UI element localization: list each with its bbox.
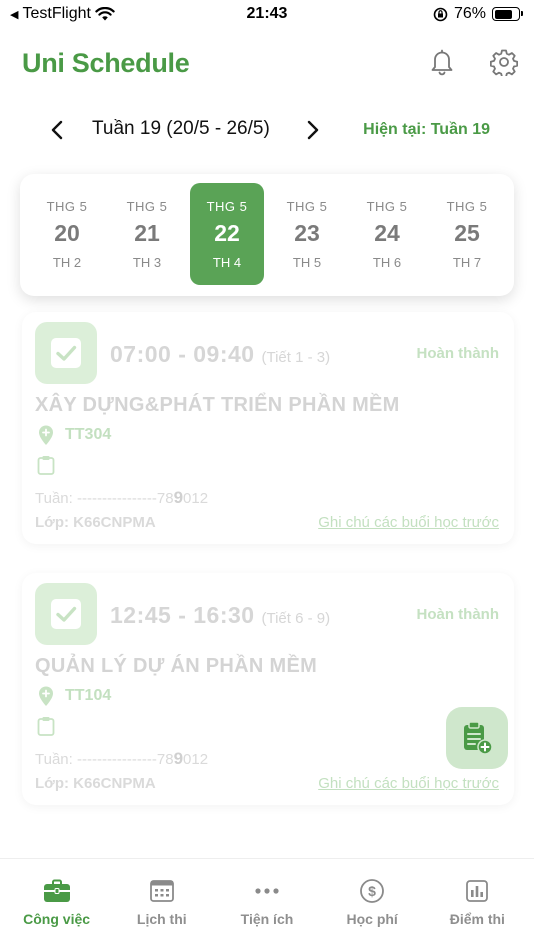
nav-label: Điểm thi (449, 911, 505, 927)
chevron-left-icon (51, 120, 63, 140)
battery-level (494, 9, 512, 19)
nav-label: Công việc (23, 911, 91, 927)
day-month: THG 5 (286, 198, 328, 214)
dollar-icon: $ (360, 879, 385, 903)
day-date: 22 (214, 219, 240, 246)
class-code: Lớp: K66CNPMA (35, 775, 156, 792)
day-item[interactable]: THG 5 22 TH 4 (190, 183, 264, 285)
day-date: 21 (134, 219, 160, 246)
day-date: 25 (454, 219, 480, 246)
orientation-lock-icon (433, 7, 448, 21)
calendar-icon (149, 880, 174, 902)
day-month: THG 5 (366, 198, 408, 214)
day-date: 23 (294, 219, 320, 246)
class-time-range: 12:45 - 16:30 (110, 602, 255, 628)
day-date: 24 (374, 219, 400, 246)
battery-icon (492, 7, 523, 21)
day-month: THG 5 (206, 198, 248, 214)
battery-percent: 76% (453, 5, 486, 22)
class-time-range: 07:00 - 09:40 (110, 341, 255, 367)
nav-label: Tiện ích (240, 911, 294, 927)
previous-notes-link[interactable]: Ghi chú các buổi học trước (318, 775, 499, 792)
location-pin-icon (39, 425, 53, 445)
notifications-button[interactable] (426, 46, 458, 78)
status-badge: Hoàn thành (416, 606, 500, 623)
chevron-right-icon (307, 120, 319, 140)
day-item[interactable]: THG 5 23 TH 5 (270, 183, 344, 285)
clipboard-icon (37, 717, 55, 736)
checkbox-checked-icon (51, 599, 81, 629)
gear-icon (490, 49, 518, 76)
nav-item-grades[interactable]: Điểm thi (427, 859, 527, 950)
location-pin-icon (39, 686, 53, 706)
class-time: 12:45 - 16:30 (Tiết 6 - 9) (110, 602, 330, 629)
status-bar: ◀ TestFlight 21:43 76% (0, 0, 534, 28)
class-room: TT104 (65, 687, 112, 704)
day-weekday: TH 7 (452, 254, 482, 270)
bottom-navigation: Công việc Lịch thi Tiện ích $ Học phí Đi… (0, 858, 534, 950)
nav-label: Lịch thi (136, 911, 187, 927)
day-month: THG 5 (46, 198, 88, 214)
day-item[interactable]: THG 5 21 TH 3 (110, 183, 184, 285)
day-weekday: TH 5 (292, 254, 322, 270)
day-item[interactable]: THG 5 25 TH 7 (430, 183, 504, 285)
day-date: 20 (54, 219, 80, 246)
checkbox-checked-icon (51, 338, 81, 368)
clipboard-add-icon (464, 721, 493, 755)
more-icon (255, 888, 279, 894)
nav-item-utilities[interactable]: Tiện ích (217, 859, 317, 950)
class-code: Lớp: K66CNPMA (35, 514, 156, 531)
day-weekday: TH 6 (372, 254, 402, 270)
nav-item-exam-schedule[interactable]: Lịch thi (112, 859, 212, 950)
day-month: THG 5 (446, 198, 488, 214)
day-weekday: TH 4 (212, 254, 242, 270)
week-navigator: Tuần 19 (20/5 - 26/5) Hiện tại: Tuần 19 (40, 112, 494, 148)
day-item[interactable]: THG 5 24 TH 6 (350, 183, 424, 285)
class-room: TT304 (65, 426, 112, 443)
class-subject: XÂY DỰNG&PHÁT TRIỂN PHẦN MỀM (35, 394, 400, 416)
app-header: Uni Schedule (22, 44, 520, 84)
day-weekday: TH 2 (52, 254, 82, 270)
class-period: (Tiết 1 - 3) (261, 349, 331, 366)
day-weekday: TH 3 (132, 254, 162, 270)
nav-label: Học phí (346, 911, 398, 927)
status-badge: Hoàn thành (416, 345, 500, 362)
day-selector: THG 5 20 TH 2 THG 5 21 TH 3 THG 5 22 TH … (20, 174, 514, 296)
day-month: THG 5 (126, 198, 168, 214)
class-weeks: Tuần: ----------------789012 (35, 749, 209, 768)
next-week-button[interactable] (300, 118, 324, 142)
class-subject: QUẢN LÝ DỰ ÁN PHẦN MỀM (35, 655, 318, 677)
class-time: 07:00 - 09:40 (Tiết 1 - 3) (110, 341, 330, 368)
briefcase-icon (43, 879, 70, 902)
chart-icon (466, 880, 489, 902)
settings-button[interactable] (488, 46, 520, 78)
svg-text:$: $ (368, 883, 376, 899)
class-weeks: Tuần: ----------------789012 (35, 488, 209, 507)
class-card[interactable]: 07:00 - 09:40 (Tiết 1 - 3) Hoàn thành XÂ… (22, 312, 514, 544)
previous-week-button[interactable] (46, 118, 70, 142)
day-item[interactable]: THG 5 20 TH 2 (30, 183, 104, 285)
current-week-button[interactable]: Hiện tại: Tuần 19 (363, 121, 490, 139)
previous-notes-link[interactable]: Ghi chú các buổi học trước (318, 514, 499, 531)
completed-checkbox[interactable] (35, 322, 97, 384)
add-note-button[interactable] (446, 707, 508, 769)
nav-item-tuition[interactable]: $ Học phí (322, 859, 422, 950)
nav-item-work[interactable]: Công việc (7, 859, 107, 950)
class-card[interactable]: 12:45 - 16:30 (Tiết 6 - 9) Hoàn thành QU… (22, 573, 514, 805)
completed-checkbox[interactable] (35, 583, 97, 645)
clipboard-icon (37, 456, 55, 475)
class-period: (Tiết 6 - 9) (261, 610, 331, 627)
bell-icon (431, 49, 453, 76)
week-label: Tuần 19 (20/5 - 26/5) (92, 118, 270, 139)
